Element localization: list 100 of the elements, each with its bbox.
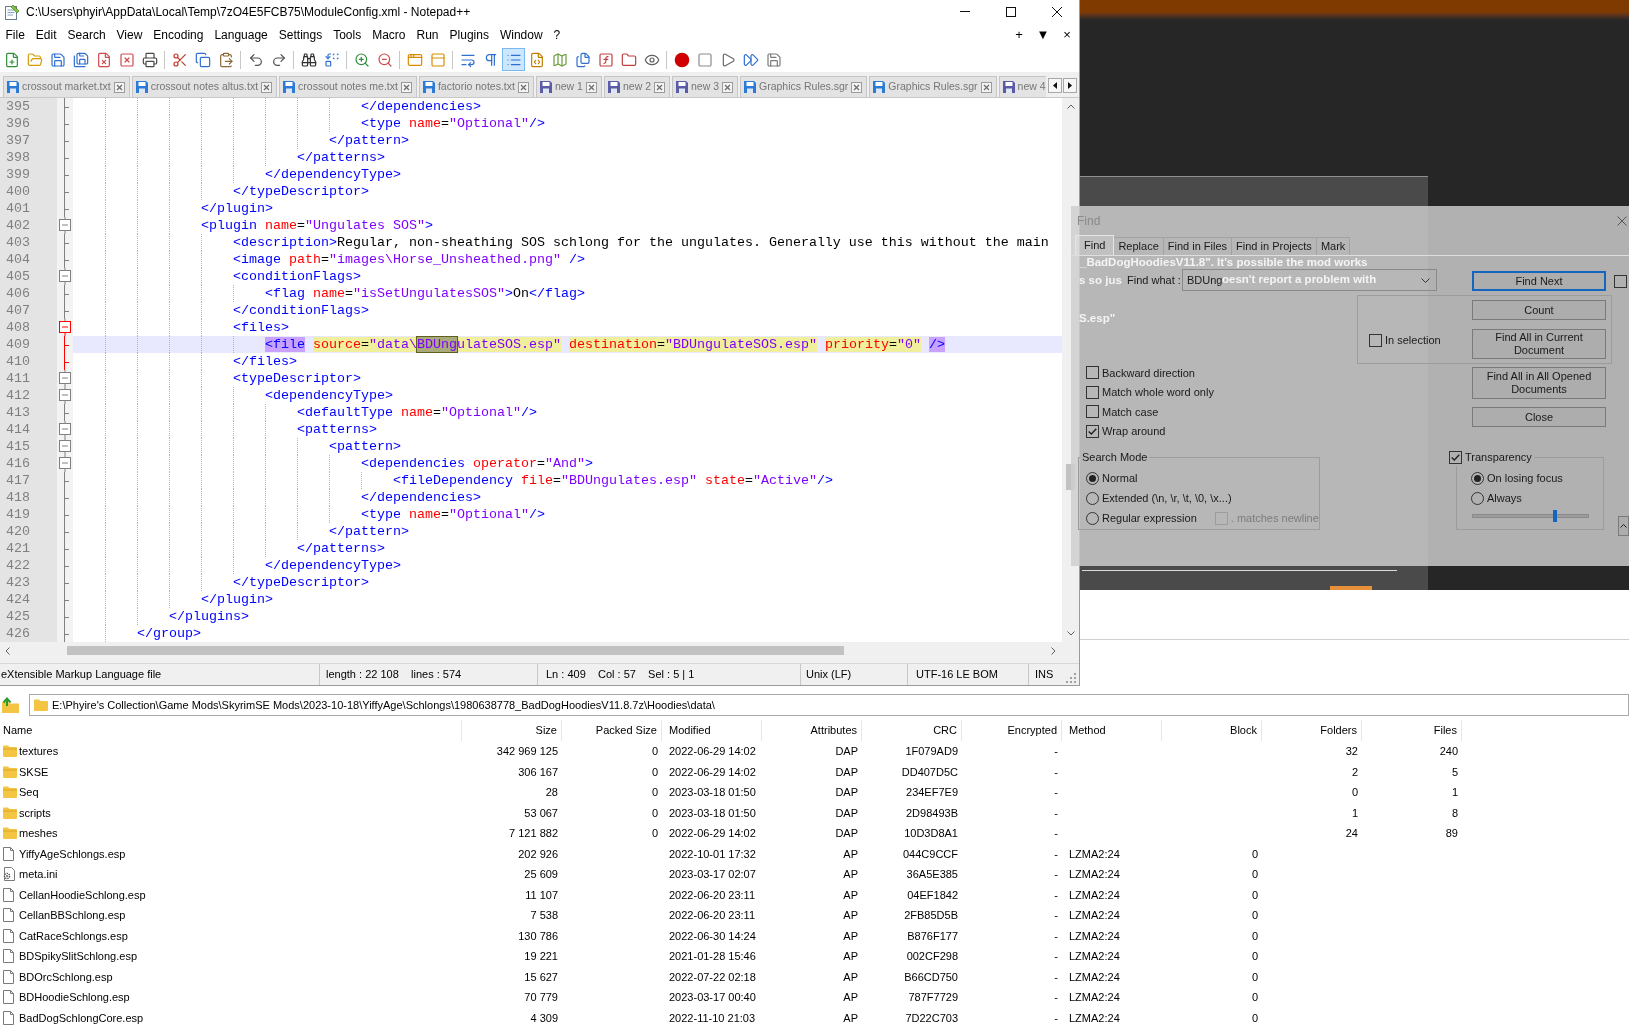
column-header[interactable]: Encrypted	[1007, 722, 1057, 739]
file-tab[interactable]: factorio notes.txt	[418, 76, 534, 97]
tab-scroll-right-button[interactable]	[1063, 78, 1077, 93]
tab-close-icon[interactable]	[113, 81, 125, 93]
encrypted-value: -	[1054, 1010, 1058, 1026]
column-header[interactable]: Files	[1433, 722, 1457, 739]
fold-collapse-icon[interactable]	[59, 370, 71, 387]
dialog-button[interactable]: Close	[1472, 407, 1606, 427]
column-header[interactable]: Size	[535, 722, 557, 739]
file-tab[interactable]: Graphics Rules.sgr	[740, 76, 868, 97]
expand-button[interactable]	[1618, 516, 1629, 536]
file-tab[interactable]: new 1	[535, 76, 602, 97]
menu-bar-button[interactable]: ×	[1055, 28, 1079, 42]
column-header[interactable]: Folders	[1320, 722, 1357, 739]
file-tab[interactable]: crossout notes altus.txt	[131, 76, 278, 97]
tab-close-icon[interactable]	[654, 81, 665, 93]
horizontal-scrollbar[interactable]	[0, 642, 1079, 659]
menu-item[interactable]: Edit	[30, 26, 63, 44]
stop-icon	[696, 51, 713, 68]
column-header[interactable]: Method	[1069, 722, 1106, 739]
file-tab[interactable]: crossout notes me.txt	[279, 76, 417, 97]
dialog-button[interactable]: Find All in All Opened Documents	[1472, 367, 1606, 399]
column-header[interactable]: Name	[3, 722, 33, 739]
tab-close-icon[interactable]	[585, 81, 597, 93]
menu-item[interactable]: Tools	[327, 26, 367, 44]
menu-item[interactable]: Encoding	[147, 26, 209, 44]
dialog-button[interactable]: Count	[1472, 300, 1606, 320]
menu-bar-button[interactable]: +	[1007, 28, 1031, 42]
checkbox[interactable]	[1086, 385, 1099, 399]
checkbox[interactable]	[1086, 366, 1099, 380]
dialog-button[interactable]: Find All in Current Document	[1472, 329, 1606, 359]
tab-close-icon[interactable]	[851, 81, 863, 93]
menu-bar-button[interactable]: ▼	[1031, 28, 1055, 42]
scrollbar-thumb[interactable]	[67, 646, 844, 655]
menu-item[interactable]: Macro	[366, 26, 411, 44]
fold-collapse-icon[interactable]	[59, 387, 71, 404]
file-tab[interactable]: crossout market.txt	[3, 76, 130, 97]
status-text: length : 22 108 lines : 574	[326, 667, 462, 683]
compression-method: LZMA2:24	[1069, 949, 1120, 964]
scroll-up-icon[interactable]	[1066, 104, 1075, 109]
tab-scroll-left-button[interactable]	[1048, 78, 1062, 93]
file-tab[interactable]: new 4	[998, 76, 1046, 97]
tab-close-icon[interactable]	[517, 81, 529, 93]
file-tab[interactable]: new 2	[603, 76, 670, 97]
column-header[interactable]: Modified	[669, 722, 711, 739]
maximize-icon[interactable]	[1006, 6, 1016, 17]
column-header[interactable]: CRC	[933, 722, 957, 739]
menu-item[interactable]: Window	[494, 26, 549, 44]
file-tab[interactable]: new 3	[672, 76, 739, 97]
file-tab[interactable]: Graphics Rules.sgr	[869, 76, 997, 97]
dialog-button[interactable]: Find Next	[1472, 271, 1606, 291]
menu-item[interactable]: Search	[62, 26, 112, 44]
line-number: 417	[0, 472, 57, 489]
menu-item[interactable]: Run	[411, 26, 445, 44]
menu-item[interactable]: Settings	[273, 26, 328, 44]
checkbox[interactable]	[1369, 333, 1382, 347]
slider-thumb[interactable]	[1552, 509, 1557, 522]
packed-size: 0	[651, 744, 658, 759]
fold-collapse-icon[interactable]	[59, 438, 71, 455]
chevron-down-icon[interactable]	[1421, 277, 1430, 283]
column-header[interactable]: Block	[1230, 722, 1257, 739]
tab-close-icon[interactable]	[722, 81, 734, 93]
fold-collapse-icon[interactable]	[59, 319, 71, 336]
scroll-down-icon[interactable]	[1066, 631, 1075, 636]
tab-close-icon[interactable]	[400, 81, 412, 93]
menu-item[interactable]: View	[111, 26, 148, 44]
close-icon[interactable]	[1052, 6, 1062, 17]
checkbox[interactable]	[1086, 424, 1099, 438]
fold-collapse-icon[interactable]	[59, 455, 71, 472]
menu-item[interactable]: ?	[548, 26, 566, 44]
menu-item[interactable]: File	[0, 26, 31, 44]
dialog-tab[interactable]: Replace	[1114, 237, 1164, 255]
dialog-tab[interactable]: Find in Files	[1163, 237, 1233, 255]
encrypted-value: -	[1054, 928, 1058, 944]
menu-item[interactable]: Plugins	[444, 26, 495, 44]
folder-up-icon[interactable]	[2, 697, 20, 713]
checkbox[interactable]	[1614, 274, 1627, 288]
dialog-tab[interactable]: Find in Projects	[1232, 237, 1317, 255]
checkbox[interactable]	[1086, 405, 1099, 419]
attributes: DAP	[835, 744, 858, 759]
fold-collapse-icon[interactable]	[59, 421, 71, 438]
checkbox[interactable]	[1449, 450, 1462, 464]
file-name: BDHoodieSchlong.esp	[19, 990, 130, 1005]
tab-close-icon[interactable]	[261, 81, 273, 93]
address-field[interactable]: E:\Phyire's Collection\Game Mods\SkyrimSE Mods\2023-10-18\YiffyAge\Schlongs\1980638778_BadDogHoodiesV11.8.7z\Hoodies\data\	[29, 694, 1629, 716]
column-header[interactable]: Packed Size	[595, 722, 657, 739]
file-size: 4 309	[530, 1010, 558, 1026]
menu-item[interactable]: Language	[208, 26, 274, 44]
scroll-left-icon[interactable]	[5, 646, 10, 655]
fold-collapse-icon[interactable]	[59, 268, 71, 285]
dialog-tab[interactable]: Find	[1075, 235, 1115, 255]
line-number: 421	[0, 540, 57, 557]
column-header[interactable]: Attributes	[810, 722, 857, 739]
scroll-right-icon[interactable]	[1051, 646, 1056, 655]
tab-close-icon[interactable]	[980, 81, 992, 93]
dialog-tab[interactable]: Mark	[1316, 237, 1351, 255]
checkbox-label: . matches newline	[1230, 511, 1319, 527]
fold-collapse-icon[interactable]	[59, 217, 71, 234]
attributes: AP	[843, 846, 858, 862]
resize-grip-icon[interactable]	[1066, 673, 1076, 683]
